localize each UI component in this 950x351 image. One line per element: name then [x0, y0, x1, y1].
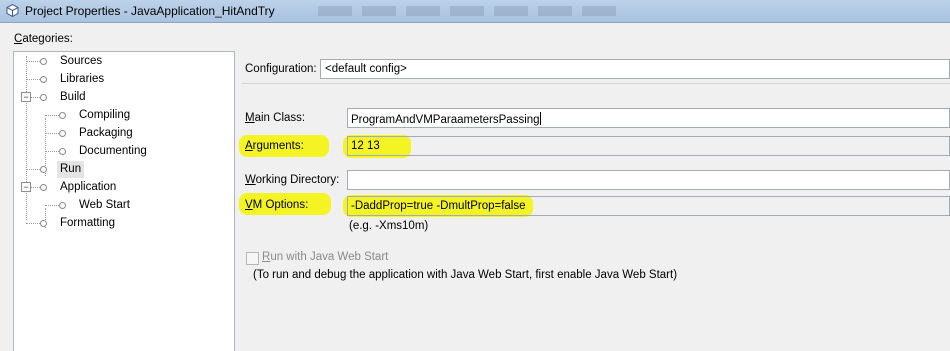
project-properties-dialog: Categories: − − Sources Libraries Build — [0, 23, 950, 351]
node-bullet-icon — [40, 94, 47, 101]
main-class-field[interactable]: ProgramAndVMParaametersPassing — [347, 108, 950, 128]
node-bullet-icon — [59, 148, 66, 155]
tree-connector — [26, 56, 27, 220]
collapse-application-icon[interactable]: − — [21, 182, 31, 192]
window-title: Project Properties - JavaApplication_Hit… — [25, 4, 275, 18]
node-bullet-icon — [40, 166, 47, 173]
categories-label: Categories: — [14, 33, 73, 45]
node-bullet-icon — [40, 220, 47, 227]
configuration-select[interactable]: <default config> — [320, 59, 950, 79]
node-bullet-icon — [59, 130, 66, 137]
node-bullet-icon — [59, 112, 66, 119]
node-bullet-icon — [59, 202, 66, 209]
title-bar: Project Properties - JavaApplication_Hit… — [0, 0, 950, 23]
web-start-note: (To run and debug the application with J… — [253, 269, 678, 281]
working-directory-field[interactable] — [347, 170, 950, 190]
collapse-build-icon[interactable]: − — [21, 92, 31, 102]
arguments-label: Arguments: — [245, 140, 304, 152]
netbeans-cube-icon — [6, 4, 19, 17]
run-with-web-start-label: Run with Java Web Start — [262, 251, 389, 263]
categories-tree[interactable]: − − Sources Libraries Build Compiling Pa… — [13, 51, 235, 351]
node-bullet-icon — [40, 58, 47, 65]
node-bullet-icon — [40, 76, 47, 83]
arguments-field[interactable]: 12 13 — [347, 136, 950, 156]
main-class-label: Main Class: — [245, 112, 306, 124]
configuration-label: Configuration: — [245, 63, 317, 75]
checkbox-icon[interactable] — [246, 252, 259, 265]
text-caret — [539, 112, 541, 125]
vm-options-field[interactable]: -DaddProp=true -DmultProp=false — [347, 196, 950, 216]
working-directory-label: Working Directory: — [245, 174, 340, 186]
vm-options-label: VM Options: — [245, 199, 309, 211]
section-divider — [242, 83, 950, 84]
node-bullet-icon — [40, 184, 47, 191]
vm-options-hint: (e.g. -Xms10m) — [349, 220, 429, 232]
background-window-blur — [318, 6, 618, 16]
